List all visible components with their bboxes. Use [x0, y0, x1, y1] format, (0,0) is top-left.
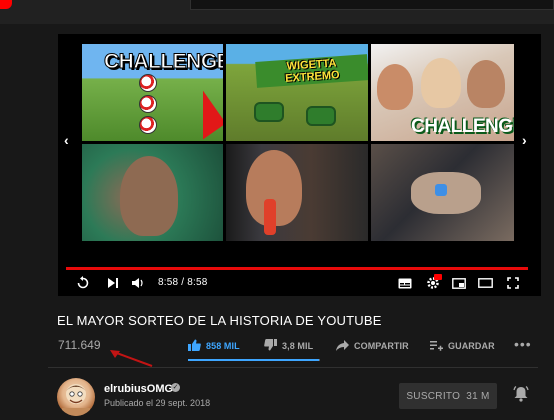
share-icon: [336, 339, 349, 354]
thumbs-down-icon: [264, 338, 277, 354]
endscreen-video-4[interactable]: [82, 144, 223, 241]
playlist-add-icon: [430, 339, 443, 354]
person-face-image: [467, 60, 505, 108]
subscriber-count: 31 M: [466, 390, 490, 402]
progress-bar[interactable]: [66, 267, 528, 270]
bell-icon[interactable]: [513, 386, 529, 406]
endscreen-video-3[interactable]: CHALLENGE: [371, 44, 514, 141]
sentiment-bar: [188, 359, 320, 361]
endscreen-video-1-text: CHALLENGE: [103, 50, 223, 74]
save-button[interactable]: GUARDAR: [430, 337, 495, 355]
like-button[interactable]: 858 MIL: [188, 337, 240, 355]
video-title: EL MAYOR SORTEO DE LA HISTORIA DE YOUTUB…: [57, 313, 382, 328]
fullscreen-icon[interactable]: [504, 274, 522, 292]
red-annotation-arrow: [110, 350, 153, 367]
person-face-image: [377, 64, 413, 110]
youtube-logo[interactable]: [0, 0, 12, 9]
endscreen-video-2-text: WIGETTA EXTREMO: [255, 54, 368, 88]
endscreen-grid: CHALLENGE WIGETTA EXTREMO CHALLENGE: [82, 44, 514, 242]
thumbs-up-icon: [188, 339, 201, 354]
bottle-image: [264, 199, 276, 235]
endscreen-video-2[interactable]: WIGETTA EXTREMO: [226, 44, 368, 141]
settings-icon[interactable]: [424, 274, 442, 292]
next-icon[interactable]: [104, 274, 122, 292]
volume-icon[interactable]: [128, 274, 146, 292]
replay-icon[interactable]: [74, 274, 92, 292]
turtle-block-image: [306, 106, 336, 126]
divider: [48, 367, 538, 368]
blue-object-image: [435, 184, 447, 196]
endscreen-video-6[interactable]: [371, 144, 514, 241]
share-button[interactable]: COMPARTIR: [336, 337, 409, 355]
endscreen-video-1[interactable]: CHALLENGE: [82, 44, 223, 141]
hd-badge: [434, 274, 442, 280]
subtitles-icon[interactable]: [396, 274, 414, 292]
person-headphones-image: [120, 156, 178, 236]
theater-icon[interactable]: [476, 274, 494, 292]
player-controls: 8:58 / 8:58: [66, 272, 528, 294]
publish-date: Publicado el 29 sept. 2018: [104, 398, 211, 408]
more-icon[interactable]: •••: [514, 336, 532, 352]
view-count: 711.649: [58, 338, 101, 352]
endscreen-prev-icon[interactable]: ‹: [64, 132, 69, 148]
soccer-balls-image: [137, 74, 159, 138]
masthead: [0, 0, 554, 24]
verified-icon: ✓: [171, 383, 180, 392]
dislike-button[interactable]: 3,8 MIL: [264, 337, 313, 355]
endscreen-next-icon[interactable]: ›: [522, 132, 527, 148]
endscreen-video-5[interactable]: [226, 144, 368, 241]
turtle-block-image: [254, 102, 284, 122]
search-input[interactable]: [190, 0, 554, 10]
save-label: GUARDAR: [448, 341, 495, 351]
subscribe-label: SUSCRITO: [406, 390, 461, 402]
share-label: COMPARTIR: [354, 341, 409, 351]
miniplayer-icon[interactable]: [450, 274, 468, 292]
endscreen-video-3-text: CHALLENGE: [411, 116, 514, 137]
time-display: 8:58 / 8:58: [158, 277, 208, 288]
like-count: 858 MIL: [206, 341, 240, 351]
subscribe-button[interactable]: SUSCRITO 31 M: [399, 383, 497, 409]
channel-avatar[interactable]: [57, 378, 95, 416]
channel-name[interactable]: elrubiusOMG: [104, 383, 173, 395]
red-arrow-graphic: [180, 90, 223, 140]
person-face-image: [421, 58, 461, 108]
dislike-count: 3,8 MIL: [282, 341, 314, 351]
sentiment-bar-fill: [188, 359, 320, 361]
